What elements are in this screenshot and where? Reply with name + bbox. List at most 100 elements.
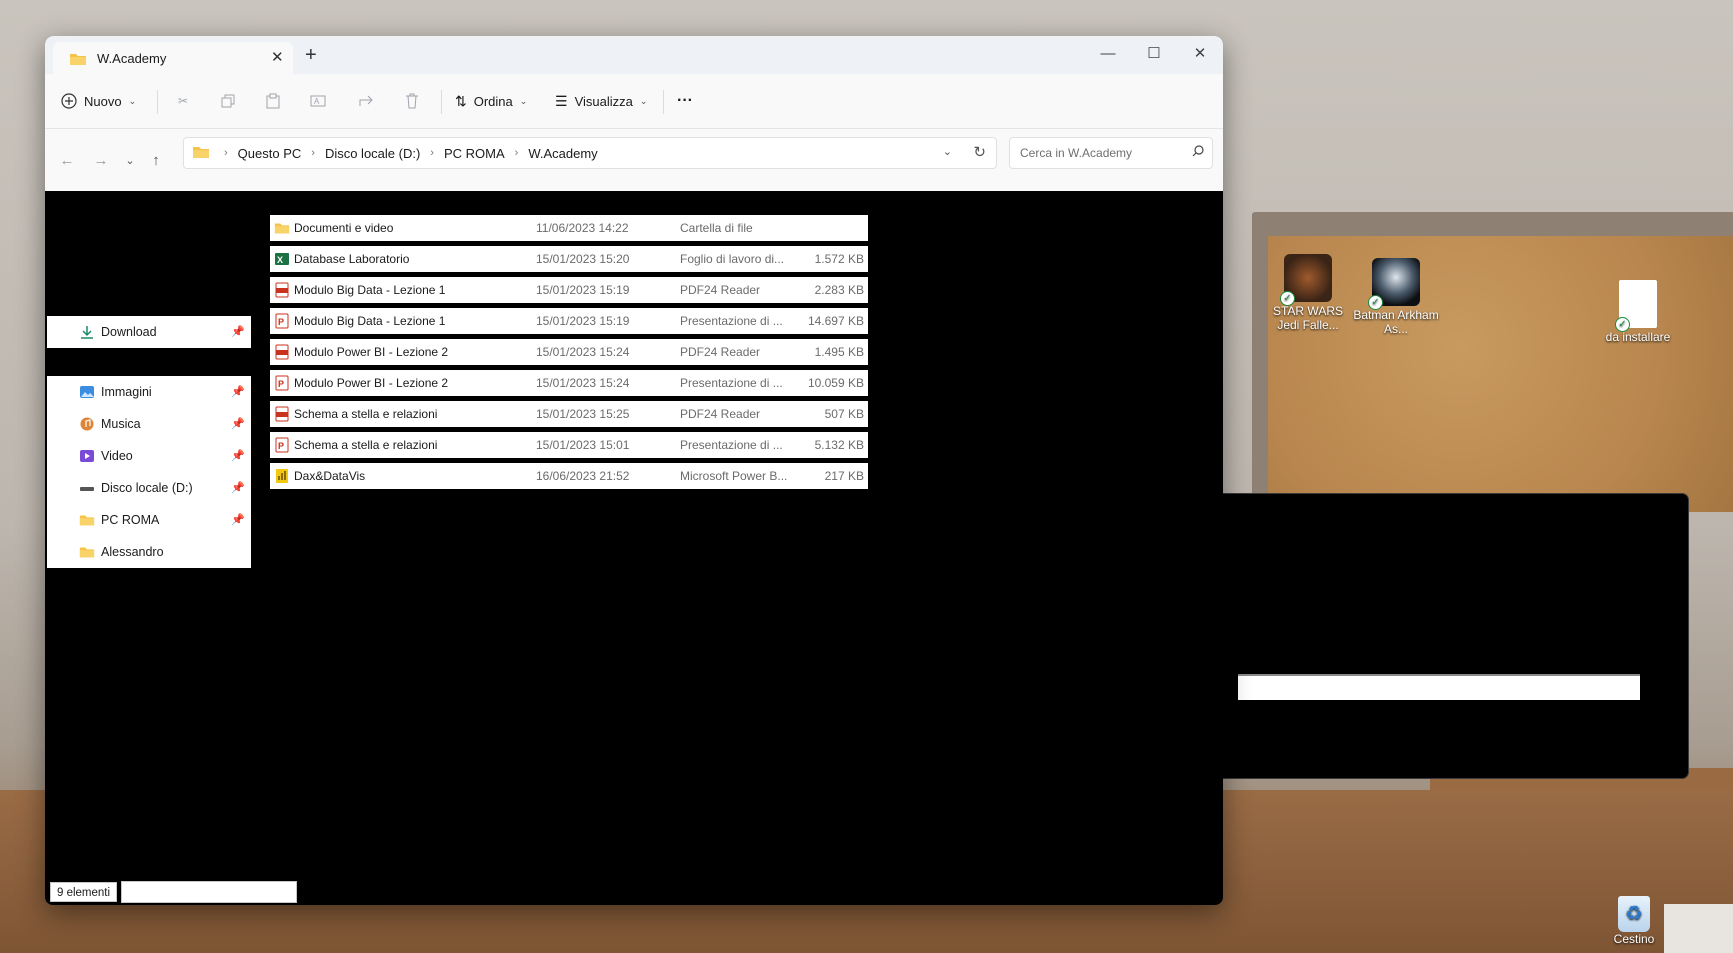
- powerpoint-icon: P: [275, 313, 289, 329]
- file-row[interactable]: P Schema a stella e relazioni 15/01/2023…: [270, 432, 868, 458]
- floating-dialog-input[interactable]: [1238, 674, 1640, 700]
- recycle-bin-icon: ♻: [1618, 896, 1650, 932]
- breadcrumb-disco-locale[interactable]: Disco locale (D:): [325, 146, 420, 161]
- chevron-down-icon: ⌄: [519, 95, 528, 106]
- status-bar: 9 elementi: [50, 881, 298, 903]
- view-button[interactable]: ☰ Visualizza ⌄: [555, 86, 647, 116]
- folder-icon: [79, 547, 95, 558]
- copy-icon: [221, 94, 235, 108]
- status-bar-selection: [121, 881, 298, 903]
- svg-text:X: X: [277, 255, 283, 265]
- breadcrumb-w-academy[interactable]: W.Academy: [528, 146, 597, 161]
- more-options-button[interactable]: ···: [677, 86, 693, 116]
- refresh-button[interactable]: ↻: [973, 143, 986, 161]
- address-field[interactable]: › Questo PC › Disco locale (D:) › PC ROM…: [183, 137, 997, 169]
- file-list: Documenti e video 11/06/2023 14:22 Carte…: [270, 215, 868, 494]
- desktop-icon-recycle-bin[interactable]: ♻ Cestino: [1610, 896, 1658, 946]
- rename-button[interactable]: A: [303, 86, 333, 116]
- file-size: 1.572 KB: [814, 252, 864, 266]
- svg-text:P: P: [278, 317, 284, 327]
- desktop-icon-da-installare[interactable]: ✓ da installare: [1592, 280, 1684, 344]
- star-wars-game-icon: ✓: [1280, 254, 1332, 306]
- search-input[interactable]: [1018, 145, 1182, 161]
- desktop-icon-label: Batman Arkham As...: [1353, 308, 1439, 336]
- folder-icon: [274, 223, 290, 234]
- breadcrumb-questo-pc[interactable]: Questo PC: [238, 146, 302, 161]
- music-icon: [80, 417, 94, 431]
- copy-button[interactable]: [213, 86, 243, 116]
- sidebar-item-immagini[interactable]: Immagini 📌: [47, 376, 251, 408]
- sidebar-item-label: Alessandro: [101, 545, 164, 559]
- new-button[interactable]: Nuovo ⌄: [61, 86, 136, 116]
- sidebar-item-label: PC ROMA: [101, 513, 160, 527]
- arrow-right-icon: →: [93, 151, 109, 169]
- rename-icon: A: [310, 95, 326, 107]
- address-bar-row: ← → ⌄ ↑ › Questo PC › Disco locale (D:) …: [45, 129, 1223, 191]
- maximize-button[interactable]: ☐: [1131, 40, 1177, 68]
- arrow-left-icon: ←: [59, 151, 75, 169]
- sort-button[interactable]: ⇅ Ordina ⌄: [455, 86, 527, 116]
- arrow-up-icon: ↑: [152, 151, 160, 169]
- sidebar-item-download[interactable]: Download 📌: [47, 316, 251, 348]
- toolbar-divider: [441, 90, 442, 114]
- view-button-label: Visualizza: [574, 93, 633, 109]
- sidebar-item-alessandro[interactable]: Alessandro: [47, 536, 251, 568]
- delete-button[interactable]: [397, 86, 427, 116]
- up-button[interactable]: ↑: [144, 148, 168, 172]
- file-date: 15/01/2023 15:19: [536, 283, 630, 297]
- item-count: 9 elementi: [50, 882, 118, 902]
- file-size: 2.283 KB: [814, 283, 864, 297]
- forward-button[interactable]: →: [89, 148, 113, 172]
- cut-button[interactable]: ✂: [168, 86, 198, 116]
- tab-close-button[interactable]: ✕: [271, 48, 284, 66]
- file-row[interactable]: Documenti e video 11/06/2023 14:22 Carte…: [270, 215, 868, 241]
- desktop-icon-star-wars[interactable]: ✓ STAR WARS Jedi Falle...: [1262, 254, 1354, 332]
- file-row[interactable]: Schema a stella e relazioni 15/01/2023 1…: [270, 401, 868, 427]
- toolbar-divider: [157, 90, 158, 114]
- file-size: 507 KB: [824, 407, 864, 421]
- file-row[interactable]: Modulo Big Data - Lezione 1 15/01/2023 1…: [270, 277, 868, 303]
- video-icon: [80, 450, 94, 462]
- minimize-button[interactable]: —: [1085, 40, 1131, 68]
- folder-icon: [79, 515, 95, 526]
- paste-button[interactable]: [258, 86, 288, 116]
- tab-w-academy[interactable]: W.Academy ✕: [53, 42, 293, 74]
- trash-icon: [406, 93, 418, 109]
- file-row[interactable]: Modulo Power BI - Lezione 2 15/01/2023 1…: [270, 339, 868, 365]
- file-name: Dax&DataVis: [294, 469, 366, 483]
- search-icon[interactable]: [1192, 145, 1204, 160]
- share-button[interactable]: [351, 86, 381, 116]
- view-list-icon: ☰: [555, 92, 568, 109]
- sidebar-item-label: Video: [101, 449, 133, 463]
- close-window-button[interactable]: ✕: [1177, 40, 1223, 68]
- sidebar-item-disco-locale[interactable]: Disco locale (D:) 📌: [47, 472, 251, 504]
- desktop-icon-label: Cestino: [1613, 932, 1655, 946]
- chevron-down-icon: ⌄: [639, 95, 648, 106]
- desktop-icon-batman[interactable]: ✓ Batman Arkham As...: [1350, 258, 1442, 336]
- new-button-label: Nuovo: [84, 93, 122, 109]
- sidebar-item-pc-roma[interactable]: PC ROMA 📌: [47, 504, 251, 536]
- chevron-right-icon: ›: [430, 147, 434, 159]
- sidebar-item-video[interactable]: Video 📌: [47, 440, 251, 472]
- breadcrumb-pc-roma[interactable]: PC ROMA: [444, 146, 505, 161]
- address-history-button[interactable]: ⌄: [943, 145, 952, 158]
- sidebar-item-label: Musica: [101, 417, 141, 431]
- chevron-down-icon: ⌄: [942, 146, 952, 158]
- recent-locations-button[interactable]: ⌄: [118, 148, 142, 172]
- file-row[interactable]: P Modulo Big Data - Lezione 1 15/01/2023…: [270, 308, 868, 334]
- pdf-icon: [275, 406, 289, 422]
- file-row[interactable]: X Database Laboratorio 15/01/2023 15:20 …: [270, 246, 868, 272]
- desktop-icon-label: da installare: [1605, 330, 1671, 344]
- file-size: 217 KB: [824, 469, 864, 483]
- file-name: Schema a stella e relazioni: [294, 438, 438, 452]
- new-tab-button[interactable]: +: [305, 44, 317, 67]
- back-button[interactable]: ←: [55, 148, 79, 172]
- file-row[interactable]: P Modulo Power BI - Lezione 2 15/01/2023…: [270, 370, 868, 396]
- refresh-icon: ↻: [973, 144, 986, 161]
- wallpaper-cabinet: [1664, 904, 1733, 953]
- file-type: PDF24 Reader: [680, 283, 761, 297]
- sidebar-item-musica[interactable]: Musica 📌: [47, 408, 251, 440]
- floating-dialog: [1187, 493, 1689, 779]
- file-row[interactable]: Dax&DataVis 16/06/2023 21:52 Microsoft P…: [270, 463, 868, 489]
- file-name: Modulo Power BI - Lezione 2: [294, 345, 449, 359]
